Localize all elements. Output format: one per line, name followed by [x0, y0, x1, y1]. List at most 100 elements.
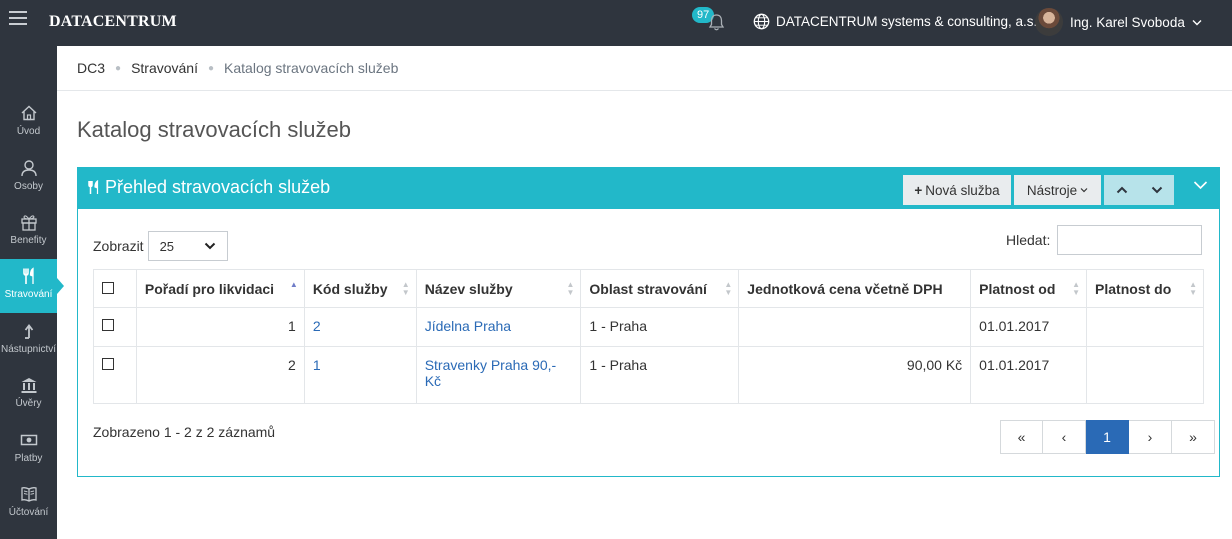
table-row[interactable]: 2 1 Stravenky Praha 90,- Kč 1 - Praha 90…	[93, 346, 1204, 404]
chevron-down-icon	[1151, 186, 1162, 194]
tools-label: Nástroje	[1026, 182, 1078, 198]
sidebar-item-platby[interactable]: Platby	[0, 423, 57, 477]
sidebar-item-osoby[interactable]: Osoby	[0, 151, 57, 205]
succession-icon	[24, 324, 33, 339]
cell-code: 1	[303, 346, 417, 404]
page-size-value: 25	[159, 238, 175, 254]
sidebar-item-benefity[interactable]: Benefity	[0, 205, 57, 259]
new-service-button[interactable]: + Nová služba	[903, 175, 1011, 205]
cell-code: 2	[303, 307, 417, 347]
column-header-label: Kód služby	[312, 280, 388, 297]
notifications-button[interactable]: 97	[692, 7, 732, 37]
breadcrumb-separator: ●	[115, 62, 122, 74]
tools-dropdown-button[interactable]: Nástroje	[1014, 175, 1101, 205]
sidebar-item-uctovani[interactable]: Účtování	[0, 477, 57, 531]
sidebar-item-label: Osoby	[14, 181, 43, 192]
sidebar-item-nastupnictvi[interactable]: Nástupnictví	[0, 314, 57, 368]
move-down-button[interactable]	[1139, 175, 1174, 205]
column-header-valid-to[interactable]: Platnost do ▲ ▼	[1086, 269, 1204, 308]
sidebar: Úvod Osoby Benefity Stravování Nástupnic…	[0, 46, 64, 539]
cell-area: 1 - Praha	[580, 346, 740, 404]
last-page-button[interactable]: »	[1172, 420, 1215, 454]
top-bar: DATACENTRUM 97 DATACENTRUM systems & con…	[0, 0, 1232, 46]
sort-icon: ▲ ▼	[1189, 280, 1197, 297]
search-control: Hledat:	[1006, 225, 1203, 255]
organization-name: DATACENTRUM systems & consulting, a.s.	[776, 14, 1038, 29]
column-header-label: Jednotková cena včetně DPH	[747, 280, 943, 297]
cell-order: 1	[135, 307, 305, 347]
sort-icon: ▲ ▼	[401, 280, 410, 297]
bell-icon	[708, 14, 725, 31]
row-select-cell	[93, 346, 137, 404]
sidebar-item-label: Stravování	[4, 289, 53, 300]
sidebar-item-label: Nástupnictví	[0, 344, 57, 355]
row-select-cell	[93, 307, 137, 347]
sort-icon: ▲ ▼	[566, 280, 575, 297]
collapse-panel-icon[interactable]	[1193, 180, 1208, 190]
sidebar-item-uvod[interactable]: Úvod	[0, 96, 57, 150]
person-icon	[20, 160, 37, 177]
chevron-down-icon	[1080, 188, 1088, 193]
cutlery-icon	[22, 267, 34, 284]
user-menu[interactable]: Ing. Karel Svoboda	[1035, 8, 1202, 36]
cell-price: 90,00 Kč	[738, 346, 972, 404]
sidebar-item-label: Úvod	[16, 126, 41, 137]
select-all-checkbox[interactable]	[102, 281, 114, 294]
first-page-button[interactable]: «	[1000, 420, 1043, 454]
organization-selector[interactable]: DATACENTRUM systems & consulting, a.s.	[753, 13, 1037, 30]
user-name: Ing. Karel Svoboda	[1070, 14, 1185, 30]
breadcrumb-item-stravovani[interactable]: Stravování	[131, 60, 198, 76]
panel-header: Přehled stravovacích služeb + Nová služb…	[78, 168, 1219, 209]
sort-icon: ▲ ▼	[724, 280, 733, 297]
move-up-button[interactable]	[1104, 175, 1139, 205]
row-checkbox[interactable]	[102, 319, 114, 331]
next-page-button[interactable]: ›	[1129, 420, 1172, 454]
sidebar-item-label: Platby	[14, 453, 43, 464]
page-size-control: Zobrazit 25	[93, 231, 228, 261]
menu-icon[interactable]	[9, 11, 27, 25]
panel-title: Přehled stravovacích služeb	[87, 177, 330, 198]
app-logo[interactable]: DATACENTRUM	[49, 13, 177, 31]
column-header-code[interactable]: Kód služby ▲ ▼	[303, 269, 417, 308]
column-header-area[interactable]: Oblast stravování ▲ ▼	[580, 269, 740, 308]
cell-valid-from: 01.01.2017	[970, 346, 1088, 404]
breadcrumb-item-dc3[interactable]: DC3	[77, 60, 105, 76]
column-header-valid-from[interactable]: Platnost od ▲ ▼	[970, 269, 1088, 308]
panel-title-text: Přehled stravovacích služeb	[105, 177, 331, 197]
column-header-label: Název služby	[424, 280, 513, 297]
cell-name: Jídelna Praha	[415, 307, 582, 347]
breadcrumb-separator: ●	[208, 62, 215, 74]
plus-icon: +	[914, 182, 923, 198]
sidebar-item-label: Účtování	[8, 507, 49, 518]
sidebar-item-stravovani[interactable]: Stravování	[0, 259, 64, 313]
service-name-link[interactable]: Jídelna Praha	[425, 318, 511, 334]
column-header-order[interactable]: Pořadí pro likvidaci ▲	[135, 269, 305, 308]
column-header-label: Pořadí pro likvidaci	[144, 280, 275, 297]
records-info: Zobrazeno 1 - 2 z 2 záznamů	[93, 424, 276, 440]
page-size-select[interactable]: 25	[147, 231, 228, 261]
cell-valid-from: 01.01.2017	[970, 307, 1088, 347]
service-code-link[interactable]: 1	[313, 357, 321, 373]
table-row[interactable]: 1 2 Jídelna Praha 1 - Praha 01.01.2017	[93, 307, 1204, 347]
previous-page-button[interactable]: ‹	[1043, 420, 1086, 454]
avatar	[1035, 8, 1063, 36]
service-name-link[interactable]: Stravenky Praha 90,- Kč	[425, 357, 557, 389]
breadcrumb: DC3 ● Stravování ● Katalog stravovacích …	[57, 46, 1232, 91]
cell-valid-to	[1086, 346, 1204, 404]
column-header-name[interactable]: Název služby ▲ ▼	[415, 269, 582, 308]
column-header-label: Platnost do	[1095, 280, 1172, 297]
row-checkbox[interactable]	[102, 358, 114, 370]
gift-icon	[20, 215, 37, 231]
service-code-link[interactable]: 2	[313, 318, 321, 334]
pagination: « ‹ 1 › »	[1000, 420, 1215, 454]
cell-valid-to	[1086, 307, 1204, 347]
search-input[interactable]	[1057, 225, 1203, 255]
page-button-1[interactable]: 1	[1086, 420, 1129, 454]
page-title: Katalog stravovacích služeb	[77, 117, 351, 142]
sidebar-item-uvery[interactable]: Úvěry	[0, 368, 57, 422]
book-icon	[20, 487, 37, 502]
column-header-label: Platnost od	[979, 280, 1056, 297]
search-label: Hledat:	[1006, 232, 1051, 248]
column-header-price[interactable]: Jednotková cena včetně DPH	[738, 269, 972, 308]
sort-ascending-icon: ▲	[289, 280, 298, 289]
